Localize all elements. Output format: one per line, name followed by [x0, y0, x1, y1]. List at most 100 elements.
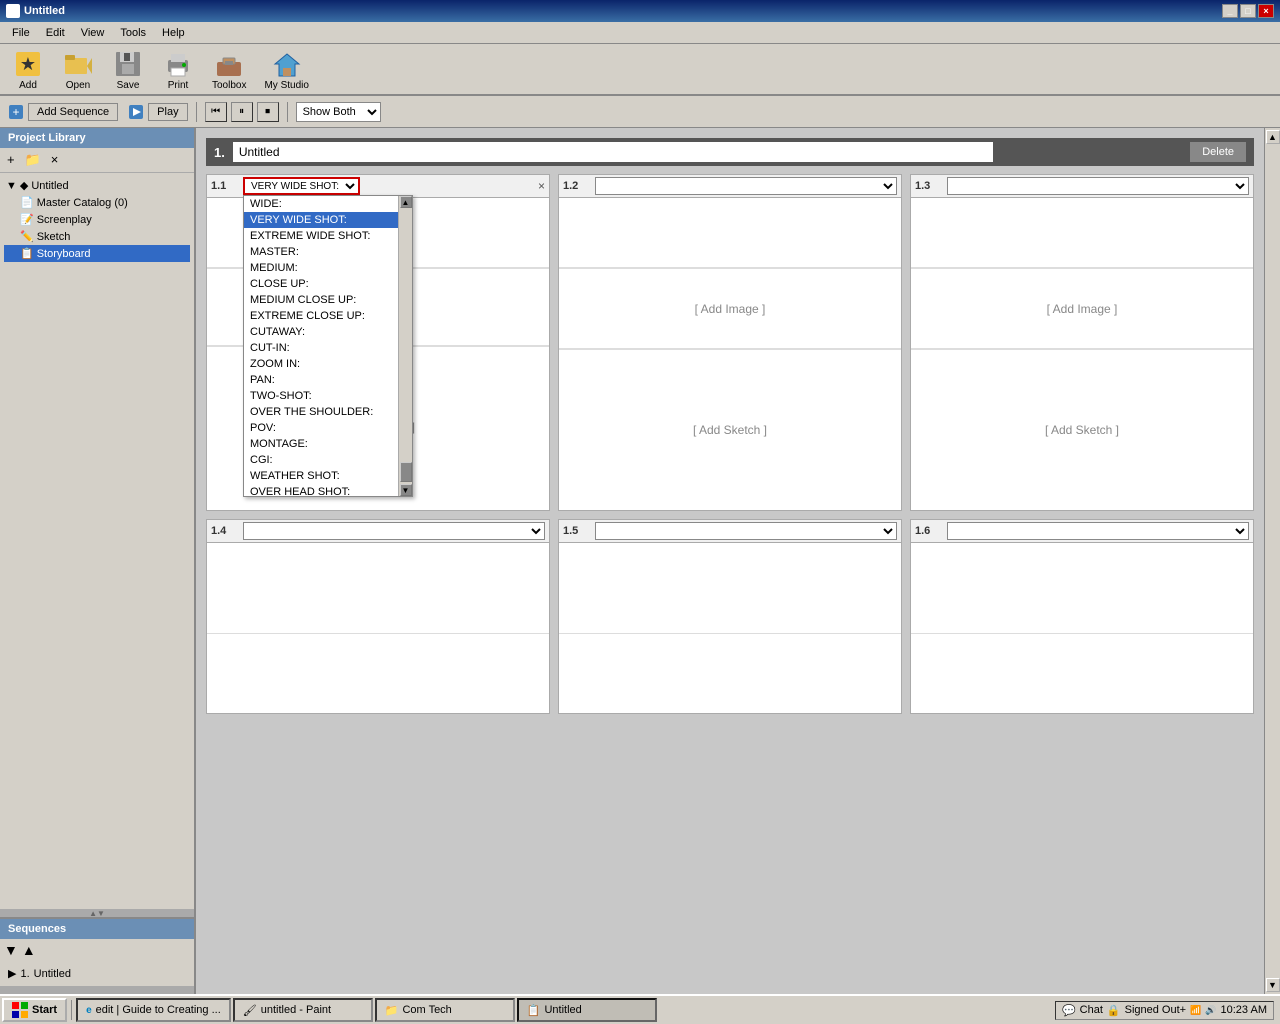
transport-stop-button[interactable]: ⏹: [257, 102, 279, 122]
shot-image-area-1-5[interactable]: [559, 543, 901, 633]
shot-header-1-2: 1.2: [559, 175, 901, 198]
minimize-button[interactable]: _: [1222, 4, 1238, 18]
seq-item-label: Untitled: [34, 968, 71, 980]
scroll-up-arrow[interactable]: ▲: [1266, 130, 1280, 144]
taskbar-item-untitled[interactable]: 📋 Untitled: [517, 998, 657, 1022]
toolbox-label: Toolbox: [212, 80, 246, 91]
my-studio-button[interactable]: My Studio: [258, 46, 314, 93]
save-button[interactable]: Save: [106, 46, 150, 93]
shot-type-select-1-2[interactable]: [595, 177, 897, 195]
tree-item-screenplay[interactable]: 📝 Screenplay: [4, 211, 190, 228]
shot-header-1-3: 1.3: [911, 175, 1253, 198]
shot-sketch-area-1-6[interactable]: [911, 633, 1253, 713]
tree-item-master-catalog[interactable]: 📄 Master Catalog (0): [4, 194, 190, 211]
sequence-list-item[interactable]: ▶ 1. Untitled: [4, 965, 190, 982]
play-button[interactable]: Play: [148, 103, 187, 121]
shot-type-select-1-6[interactable]: [947, 522, 1249, 540]
delete-button[interactable]: Delete: [1190, 142, 1246, 162]
dropdown-item[interactable]: WIDE:: [244, 196, 398, 212]
shot-sketch-area-1-2[interactable]: [ Add Sketch ]: [559, 350, 901, 510]
dropdown-item[interactable]: MONTAGE:: [244, 436, 398, 452]
main-area: Project Library + 📁 × ▼ ◆ Untitled 📄 Mas…: [0, 128, 1280, 994]
shot-image-area2-1-3[interactable]: [ Add Image ]: [911, 269, 1253, 349]
horizontal-resize-handle[interactable]: [0, 986, 194, 994]
menu-help[interactable]: Help: [154, 25, 193, 41]
sequence-title-bar: 1. Delete: [206, 138, 1254, 166]
sequence-title-input[interactable]: [233, 142, 993, 162]
dropdown-item[interactable]: OVER THE SHOULDER:: [244, 404, 398, 420]
shot-type-select-1-5[interactable]: [595, 522, 897, 540]
dropdown-item-selected[interactable]: VERY WIDE SHOT:: [244, 212, 398, 228]
lib-close-button[interactable]: ×: [48, 151, 62, 169]
tree-item-label: Untitled: [31, 180, 68, 192]
dropdown-item[interactable]: OVER HEAD SHOT:: [244, 484, 398, 496]
shot-image-area-1-3[interactable]: [911, 198, 1253, 268]
chat-label[interactable]: Chat: [1080, 1004, 1103, 1016]
scroll-thumb[interactable]: [400, 462, 412, 482]
dropdown-item[interactable]: TWO-SHOT:: [244, 388, 398, 404]
menu-view[interactable]: View: [73, 25, 113, 41]
right-scrollbar[interactable]: ▲ ▼: [1264, 128, 1280, 994]
shot-cell-1-5: 1.5: [558, 519, 902, 714]
dropdown-item[interactable]: POV:: [244, 420, 398, 436]
dropdown-item[interactable]: CUT-IN:: [244, 340, 398, 356]
dropdown-item[interactable]: CLOSE UP:: [244, 276, 398, 292]
shot-image-area2-1-2[interactable]: [ Add Image ]: [559, 269, 901, 349]
menu-file[interactable]: File: [4, 25, 38, 41]
scroll-down-button[interactable]: ▼: [400, 484, 412, 496]
shot-type-select-1-1[interactable]: VERY WIDE SHOT:: [243, 177, 360, 195]
start-button[interactable]: Start: [2, 998, 67, 1022]
transport-pause-button[interactable]: ⏸: [231, 102, 253, 122]
shot-number-1-2: 1.2: [563, 180, 591, 192]
close-button[interactable]: ×: [1258, 4, 1274, 18]
add-image-label-1-3: [ Add Image ]: [1047, 302, 1118, 316]
dropdown-item[interactable]: ZOOM IN:: [244, 356, 398, 372]
vertical-resize-handle[interactable]: ▲ ▼: [0, 909, 194, 917]
untitled-icon: 📋: [527, 1004, 541, 1017]
tree-item-sketch[interactable]: ✏️ Sketch: [4, 228, 190, 245]
shot-image-area-1-2[interactable]: [559, 198, 901, 268]
shot-type-select-1-4[interactable]: [243, 522, 545, 540]
dropdown-item[interactable]: MASTER:: [244, 244, 398, 260]
shot-header-1-6: 1.6: [911, 520, 1253, 543]
dropdown-item[interactable]: WEATHER SHOT:: [244, 468, 398, 484]
dropdown-item[interactable]: CGI:: [244, 452, 398, 468]
taskbar-item-guide[interactable]: e edit | Guide to Creating ...: [76, 998, 231, 1022]
menu-tools[interactable]: Tools: [112, 25, 154, 41]
seq-up-button[interactable]: ▲: [22, 942, 36, 958]
sequences-controls: ▼ ▲: [0, 939, 194, 961]
dropdown-item[interactable]: EXTREME WIDE SHOT:: [244, 228, 398, 244]
menu-edit[interactable]: Edit: [38, 25, 73, 41]
dropdown-item[interactable]: CUTAWAY:: [244, 324, 398, 340]
show-both-select[interactable]: Show Both Show Video Show Audio: [296, 102, 381, 122]
shot-sketch-area-1-3[interactable]: [ Add Sketch ]: [911, 350, 1253, 510]
dropdown-item[interactable]: PAN:: [244, 372, 398, 388]
shot-sketch-area-1-4[interactable]: [207, 633, 549, 713]
shot-close-1-1[interactable]: ×: [538, 179, 545, 193]
shot-sketch-area-1-5[interactable]: [559, 633, 901, 713]
taskbar-item-paint[interactable]: 🖌 untitled - Paint: [233, 998, 373, 1022]
dropdown-item[interactable]: MEDIUM CLOSE UP:: [244, 292, 398, 308]
transport-prev-button[interactable]: ⏮: [205, 102, 227, 122]
scroll-down-arrow[interactable]: ▼: [1266, 978, 1280, 992]
lib-folder-button[interactable]: 📁: [22, 151, 44, 169]
print-button[interactable]: Print: [156, 46, 200, 93]
add-button[interactable]: ★ Add: [6, 46, 50, 93]
scroll-up-button[interactable]: ▲: [400, 196, 412, 208]
shot-dropdown-overlay: WIDE: VERY WIDE SHOT: EXTREME WIDE SHOT:…: [243, 195, 413, 497]
shot-image-area-1-4[interactable]: [207, 543, 549, 633]
open-button[interactable]: Open: [56, 46, 100, 93]
lib-add-button[interactable]: +: [4, 151, 18, 169]
shot-image-area-1-6[interactable]: [911, 543, 1253, 633]
tree-item-untitled[interactable]: ▼ ◆ Untitled: [4, 177, 190, 194]
dropdown-item[interactable]: MEDIUM:: [244, 260, 398, 276]
dropdown-item[interactable]: EXTREME CLOSE UP:: [244, 308, 398, 324]
seq-down-button[interactable]: ▼: [4, 942, 18, 958]
taskbar-item-comtech[interactable]: 📁 Com Tech: [375, 998, 515, 1022]
maximize-button[interactable]: □: [1240, 4, 1256, 18]
my-studio-label: My Studio: [264, 80, 308, 91]
tree-item-storyboard[interactable]: 📋 Storyboard: [4, 245, 190, 262]
shot-type-select-1-3[interactable]: [947, 177, 1249, 195]
add-sequence-button[interactable]: Add Sequence: [28, 103, 118, 121]
toolbox-button[interactable]: Toolbox: [206, 46, 252, 93]
